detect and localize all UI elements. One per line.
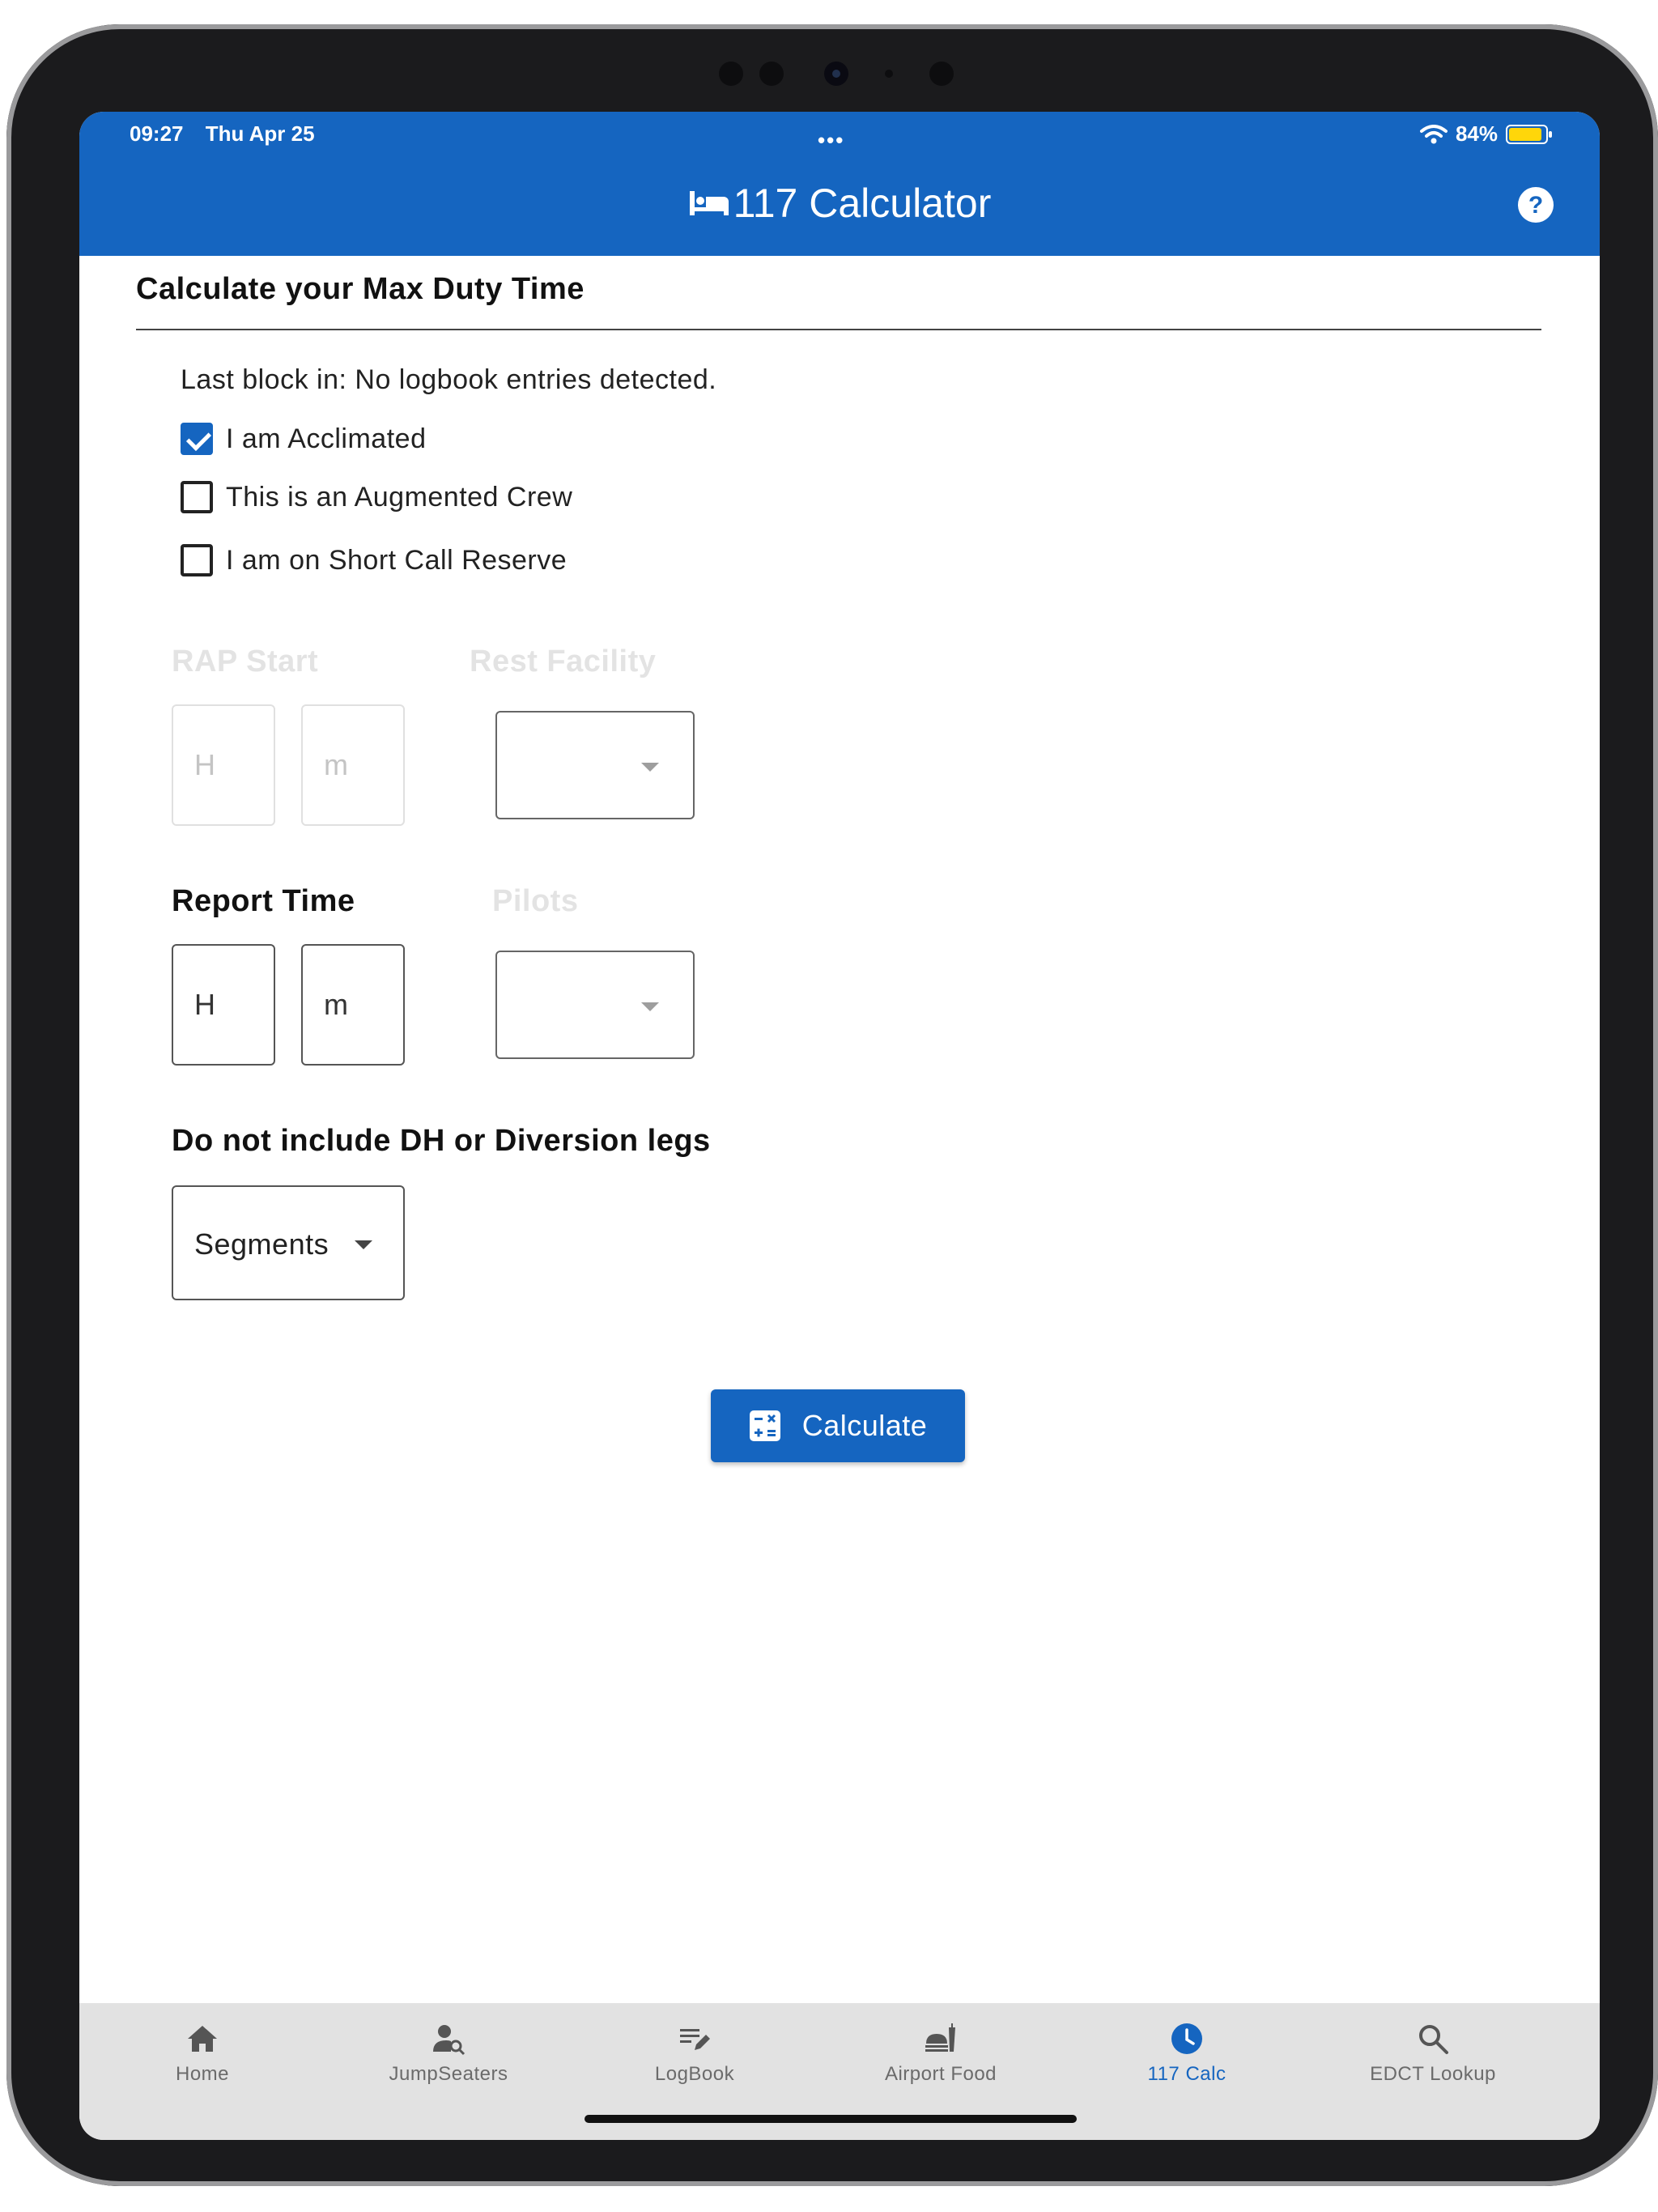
bed-icon [689, 191, 729, 215]
short-call-reserve-label: I am on Short Call Reserve [226, 544, 568, 576]
segments-select-value: Segments [194, 1227, 329, 1261]
status-bar-right: 84% [1419, 121, 1553, 147]
person-search-icon [433, 2025, 466, 2056]
status-time: 09:27 [130, 121, 184, 146]
rest-facility-select[interactable] [495, 711, 695, 819]
camera-lens [824, 62, 848, 86]
nav-item-logbook[interactable]: LogBook [572, 2021, 818, 2086]
sensor-dot [929, 62, 954, 86]
app-screen: 09:27 Thu Apr 25 ••• 84% 117 Calculator … [79, 112, 1600, 2140]
sensor-dot [759, 62, 784, 86]
nav-item-117-calc[interactable]: 117 Calc [1064, 2021, 1310, 2086]
calculator-icon [749, 1410, 780, 1441]
short-call-reserve-checkbox[interactable] [181, 544, 213, 576]
nav-label-jumpseaters: JumpSeaters [389, 2063, 508, 2085]
augmented-crew-checkbox[interactable] [181, 481, 213, 513]
nav-label-airport-food: Airport Food [884, 2063, 997, 2085]
report-time-label: Report Time [172, 884, 355, 918]
nav-label-edct-lookup: EDCT Lookup [1370, 2063, 1496, 2085]
nav-item-edct-lookup[interactable]: EDCT Lookup [1310, 2021, 1556, 2086]
augmented-crew-checkbox-row[interactable]: This is an Augmented Crew [181, 481, 572, 513]
nav-item-jumpseaters[interactable]: JumpSeaters [325, 2021, 572, 2086]
rap-start-minute-input[interactable]: m [301, 704, 405, 826]
acclimated-checkbox[interactable] [181, 423, 213, 455]
battery-icon [1506, 124, 1552, 144]
section-divider [136, 329, 1541, 330]
food-icon [925, 2023, 955, 2052]
pilots-select[interactable] [495, 951, 695, 1059]
calculate-button[interactable]: Calculate [711, 1389, 965, 1462]
rap-start-label: RAP Start [172, 644, 319, 678]
chevron-down-icon [641, 763, 659, 772]
clock-icon [1171, 2023, 1202, 2054]
report-time-hour-input[interactable]: H [172, 944, 275, 1066]
acclimated-checkbox-row[interactable]: I am Acclimated [181, 423, 426, 455]
report-time-minute-input[interactable]: m [301, 944, 405, 1066]
page-title: 117 Calculator [733, 181, 992, 226]
legs-label: Do not include DH or Diversion legs [172, 1124, 711, 1158]
sensor-dot [719, 62, 743, 86]
nav-label-logbook: LogBook [654, 2063, 735, 2085]
rap-start-hour-input[interactable]: H [172, 704, 275, 826]
section-title: Calculate your Max Duty Time [136, 272, 585, 306]
last-block-text: Last block in: No logbook entries detect… [181, 364, 717, 395]
help-icon[interactable]: ? [1517, 186, 1554, 223]
augmented-crew-label: This is an Augmented Crew [226, 481, 573, 513]
nav-label-117-calc: 117 Calc [1147, 2063, 1226, 2085]
chevron-down-icon [641, 1002, 659, 1011]
home-icon [188, 2026, 217, 2052]
wifi-icon [1419, 124, 1448, 143]
app-header: 09:27 Thu Apr 25 ••• 84% 117 Calculator … [79, 112, 1600, 256]
multitasking-dots[interactable]: ••• [818, 128, 844, 153]
pilots-label: Pilots [492, 884, 579, 918]
rest-facility-label: Rest Facility [470, 644, 657, 678]
header-title-group: 117 Calculator [79, 180, 1600, 227]
device-frame: 09:27 Thu Apr 25 ••• 84% 117 Calculator … [6, 24, 1658, 2186]
battery-percent: 84% [1455, 121, 1498, 146]
acclimated-label: I am Acclimated [226, 423, 427, 454]
chevron-down-icon [355, 1240, 372, 1249]
search-icon [1419, 2025, 1448, 2054]
calculate-button-label: Calculate [801, 1409, 928, 1442]
svg-text:?: ? [1528, 192, 1543, 219]
segments-select[interactable]: Segments [172, 1185, 405, 1300]
nav-label-home: Home [175, 2063, 230, 2085]
home-indicator[interactable] [585, 2115, 1077, 2123]
status-date: Thu Apr 25 [205, 121, 315, 146]
nav-item-airport-food[interactable]: Airport Food [818, 2021, 1064, 2086]
edit-list-icon [680, 2029, 710, 2050]
sensor-dot [885, 70, 893, 78]
short-call-reserve-checkbox-row[interactable]: I am on Short Call Reserve [181, 544, 567, 576]
nav-item-home[interactable]: Home [79, 2021, 325, 2086]
status-bar-left: 09:27 Thu Apr 25 [130, 121, 331, 147]
